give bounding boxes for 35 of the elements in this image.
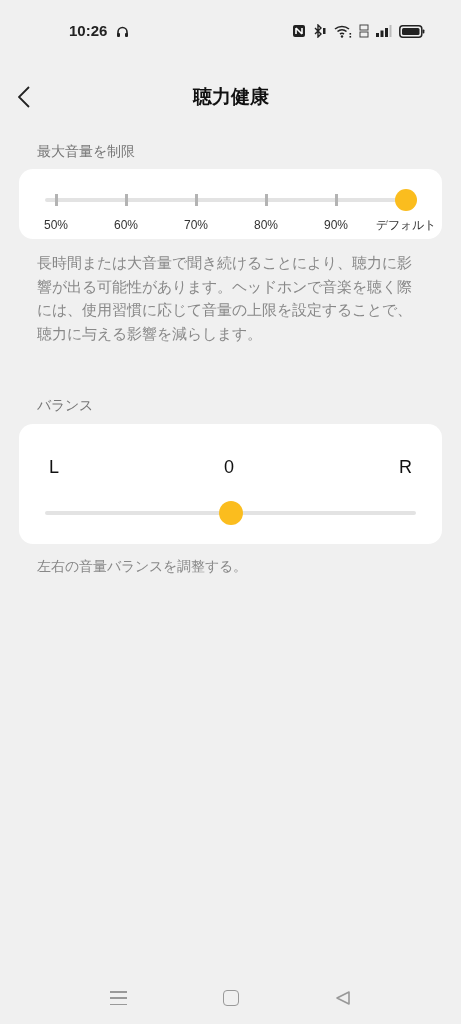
right-label: R	[399, 456, 412, 479]
slider-thumb[interactable]	[395, 189, 417, 211]
back-icon	[18, 86, 30, 108]
menu-button[interactable]	[110, 990, 127, 1006]
section-label: 最大音量を制限	[37, 142, 136, 161]
headphones-icon	[116, 24, 130, 38]
nfc-icon	[292, 24, 306, 38]
volte-icon	[359, 24, 369, 38]
step-label: 70%	[184, 217, 208, 234]
wifi-icon	[334, 24, 352, 38]
slider-tick[interactable]	[194, 194, 198, 206]
back-triangle-icon	[335, 990, 351, 1006]
section-label: バランス	[37, 396, 94, 415]
volume-limit-description: 長時間または大音量で聞き続けることにより、聴力に影響が出る可能性があります。ヘッドホンで音楽を聴く際には、使用習慣に応じて音量の上限を設定することで、聴力に与える影響を減らします。	[37, 253, 413, 344]
balance-slider[interactable]	[45, 501, 416, 525]
slider-tick[interactable]	[54, 194, 58, 206]
step-label: 80%	[254, 217, 278, 234]
slider-tick[interactable]	[334, 194, 338, 206]
step-label: 60%	[114, 217, 138, 234]
status-time: 10:26	[69, 20, 108, 41]
balance-value: 0	[224, 456, 234, 479]
left-label: L	[49, 456, 59, 479]
slider-thumb[interactable]	[218, 501, 243, 525]
step-label: 90%	[324, 217, 348, 234]
page-title: 聴力健康	[192, 84, 269, 109]
slider-tick[interactable]	[124, 194, 128, 206]
balance-description: 左右の音量バランスを調整する。	[37, 557, 248, 576]
battery-icon	[399, 24, 425, 38]
slider-tick[interactable]	[264, 194, 268, 206]
home-button[interactable]	[223, 990, 239, 1006]
bluetooth-icon	[313, 24, 327, 38]
step-label: 50%	[44, 217, 68, 234]
step-label: デフォルト	[376, 217, 436, 234]
back-nav-button[interactable]	[335, 990, 351, 1006]
signal-icon	[376, 25, 392, 37]
